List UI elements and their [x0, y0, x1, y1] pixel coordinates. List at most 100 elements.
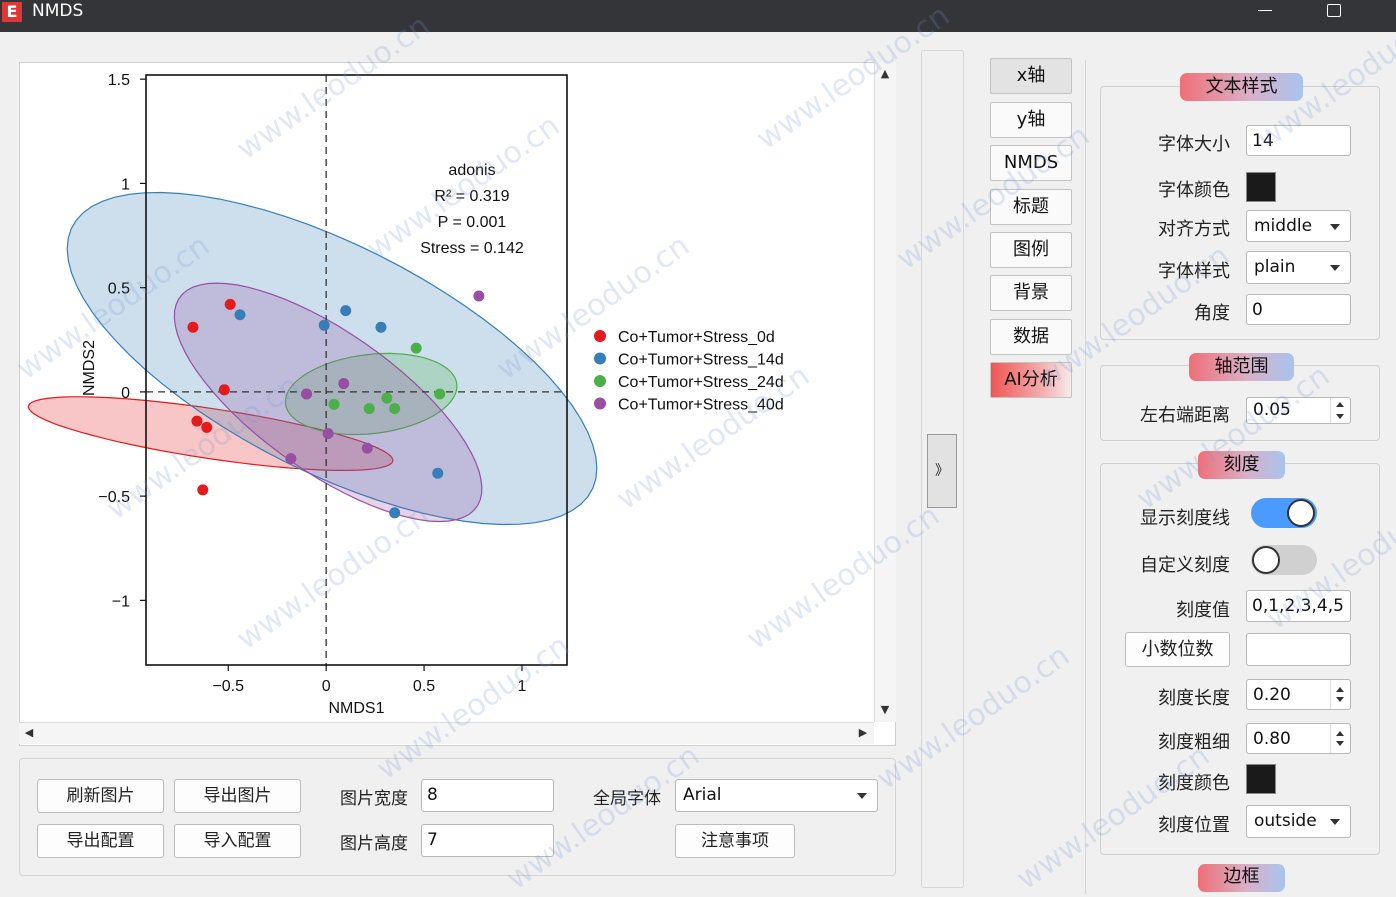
data-point-series-2	[375, 321, 387, 333]
data-point-series-4	[322, 428, 334, 440]
side-margin-spinbox[interactable]: 0.05	[1246, 397, 1351, 424]
scroll-right-icon[interactable]: ▶	[855, 725, 871, 741]
decimals-input[interactable]	[1246, 633, 1351, 666]
data-point-series-3	[389, 403, 401, 415]
minimize-icon[interactable]	[1258, 10, 1272, 11]
font-color-swatch[interactable]	[1246, 172, 1276, 202]
font-size-input[interactable]: 14	[1246, 125, 1351, 156]
horizontal-scrollbar[interactable]: ◀ ▶	[19, 722, 874, 744]
legend-marker	[594, 330, 606, 342]
chevron-down-icon	[1330, 819, 1340, 825]
angle-label: 角度	[1194, 303, 1230, 324]
image-width-label: 图片宽度	[340, 789, 408, 809]
side-margin-value: 0.05	[1253, 400, 1291, 420]
title-bar: E NMDS	[0, 0, 1396, 32]
custom-ticks-toggle[interactable]	[1251, 545, 1317, 575]
tick-color-swatch[interactable]	[1246, 764, 1276, 794]
spin-arrows-icon[interactable]	[1330, 724, 1350, 753]
border-header: 边框	[1198, 864, 1285, 892]
import-config-button[interactable]: 导入配置	[174, 824, 301, 858]
data-point-series-4	[361, 442, 373, 454]
angle-input[interactable]: 0	[1246, 294, 1351, 325]
tick-length-label: 刻度长度	[1158, 688, 1230, 709]
spin-arrows-icon[interactable]	[1330, 680, 1350, 709]
tab-nmds[interactable]: NMDS	[990, 145, 1072, 181]
tick-width-label: 刻度粗细	[1158, 732, 1230, 753]
data-point-series-4	[473, 290, 485, 302]
tick-position-value: outside	[1254, 811, 1317, 831]
tick-length-spinbox[interactable]: 0.20	[1246, 679, 1351, 710]
spin-arrows-icon[interactable]	[1330, 398, 1350, 423]
tab-legend[interactable]: 图例	[990, 232, 1072, 268]
tick-position-label: 刻度位置	[1158, 815, 1230, 836]
data-point-series-1	[191, 415, 203, 427]
vertical-scrollbar[interactable]: ▲ ▼	[874, 62, 896, 722]
data-point-series-1	[201, 421, 213, 433]
refresh-image-button[interactable]: 刷新图片	[37, 779, 164, 813]
plot-canvas-frame: −0.5 0 0.5 1 −1 −0.5 0 0.5 1 1.5 NMDS1 NMDS2 adonis R…	[19, 62, 896, 746]
alignment-select[interactable]: middle	[1246, 210, 1351, 242]
y-tick-label: 0.5	[108, 281, 130, 298]
collapse-toggle-button[interactable]: 》	[927, 434, 957, 508]
y-axis-label: NMDS2	[81, 340, 98, 396]
legend-entry: Co+Tumor+Stress_0d	[618, 329, 775, 346]
alignment-label: 对齐方式	[1158, 219, 1230, 240]
export-config-button[interactable]: 导出配置	[37, 824, 164, 858]
scroll-down-icon[interactable]: ▼	[877, 702, 893, 718]
x-axis-label: NMDS1	[328, 700, 384, 717]
global-font-label: 全局字体	[593, 789, 661, 809]
data-point-series-3	[410, 342, 422, 354]
font-color-label: 字体颜色	[1158, 180, 1230, 201]
tab-data[interactable]: 数据	[990, 319, 1072, 355]
global-font-value: Arial	[683, 785, 722, 805]
text-style-header: 文本样式	[1180, 73, 1303, 101]
legend-entry: Co+Tumor+Stress_40d	[618, 397, 784, 414]
data-point-series-3	[328, 398, 340, 410]
y-tick-label: 0	[121, 385, 130, 402]
scroll-left-icon[interactable]: ◀	[21, 725, 37, 741]
tick-color-label: 刻度颜色	[1158, 773, 1230, 794]
side-margin-label: 左右端距离	[1140, 405, 1230, 426]
data-point-series-2	[432, 467, 444, 479]
image-height-input[interactable]: 7	[421, 824, 554, 857]
export-image-button[interactable]: 导出图片	[174, 779, 301, 813]
data-point-series-4	[338, 378, 350, 390]
data-point-series-1	[218, 384, 230, 396]
data-point-series-2	[340, 305, 352, 317]
x-tick-label: 1	[518, 678, 527, 695]
legend-marker	[594, 397, 606, 410]
show-ticks-toggle[interactable]	[1251, 498, 1317, 528]
data-point-series-3	[381, 392, 393, 404]
y-tick-label: 1	[121, 176, 130, 193]
x-tick-label: 0.5	[413, 678, 435, 695]
legend-entry: Co+Tumor+Stress_14d	[618, 352, 784, 369]
app-logo: E	[2, 2, 22, 22]
adonis-annotation-line: Stress = 0.142	[420, 240, 524, 257]
data-point-series-3	[363, 403, 375, 415]
tab-y-axis[interactable]: y轴	[990, 102, 1072, 138]
y-tick-label: −1	[112, 593, 130, 610]
tab-ai-analysis[interactable]: AI分析	[990, 362, 1072, 398]
global-font-select[interactable]: Arial	[675, 779, 878, 812]
tick-values-label: 刻度值	[1176, 600, 1230, 621]
image-width-input[interactable]: 8	[421, 779, 554, 812]
notes-button[interactable]: 注意事项	[675, 824, 795, 858]
maximize-icon[interactable]	[1327, 4, 1341, 17]
data-point-series-1	[187, 321, 199, 333]
tab-x-axis[interactable]: x轴	[990, 58, 1072, 94]
tick-values-input[interactable]: 0,1,2,3,4,5	[1246, 590, 1351, 622]
data-point-series-4	[301, 388, 313, 400]
alignment-value: middle	[1254, 216, 1313, 236]
watermark: www.leoduo.cn	[870, 638, 1077, 797]
decimals-button[interactable]: 小数位数	[1125, 632, 1230, 667]
tick-width-spinbox[interactable]: 0.80	[1246, 723, 1351, 754]
scroll-up-icon[interactable]: ▲	[877, 66, 893, 82]
chevron-down-icon	[857, 793, 867, 799]
tick-position-select[interactable]: outside	[1246, 805, 1351, 838]
tab-title[interactable]: 标题	[990, 189, 1072, 225]
legend-marker	[594, 352, 606, 365]
font-style-select[interactable]: plain	[1246, 251, 1351, 284]
axis-range-header: 轴范围	[1189, 353, 1294, 381]
tab-background[interactable]: 背景	[990, 275, 1072, 311]
adonis-annotation-line: adonis	[448, 162, 495, 179]
